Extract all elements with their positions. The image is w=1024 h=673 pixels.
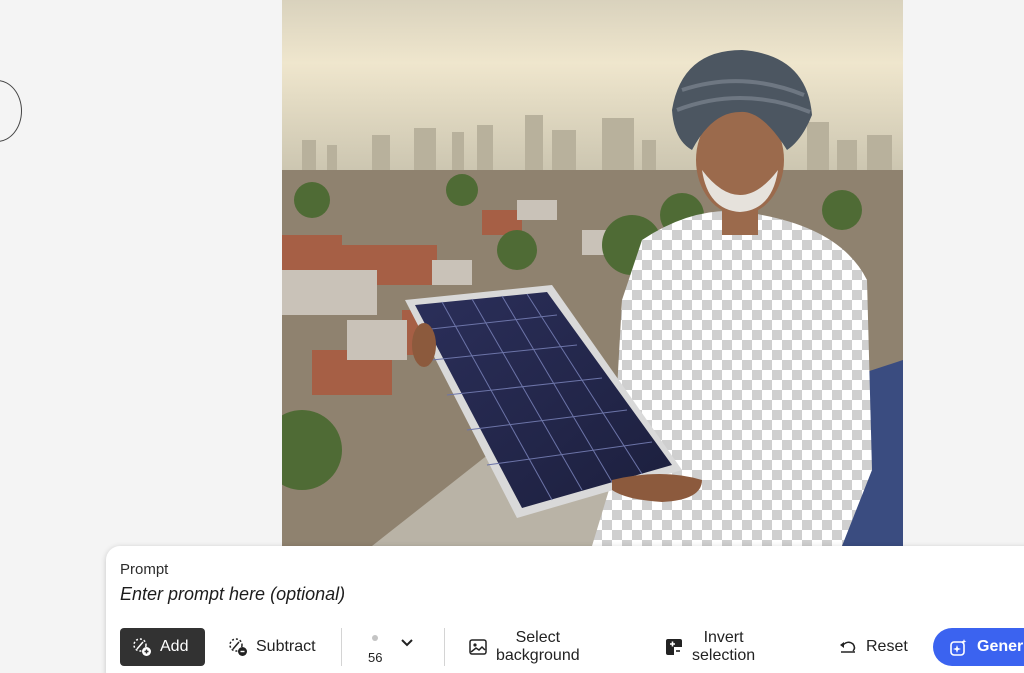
- prompt-input[interactable]: [120, 584, 720, 605]
- brush-size-dot: [372, 635, 378, 641]
- prompt-panel: Prompt Add Subtract 56: [106, 546, 1024, 673]
- image-icon: [468, 637, 488, 657]
- invert-icon: [664, 637, 684, 657]
- generate-button[interactable]: Gener: [933, 628, 1024, 666]
- reset-button[interactable]: Reset: [826, 628, 920, 666]
- select-background-button[interactable]: Select background: [456, 628, 592, 666]
- select-background-label: Select background: [496, 629, 580, 664]
- generate-label: Gener: [977, 638, 1024, 655]
- image-canvas[interactable]: [282, 0, 903, 546]
- toolbar-divider: [444, 628, 445, 666]
- canvas-image: [282, 0, 903, 546]
- sparkle-icon: [949, 637, 969, 657]
- reset-label: Reset: [866, 638, 908, 655]
- side-circle-button[interactable]: [0, 80, 22, 142]
- subtract-button[interactable]: Subtract: [216, 628, 326, 666]
- subtract-label: Subtract: [256, 638, 316, 655]
- add-label: Add: [160, 638, 189, 655]
- invert-selection-button[interactable]: Invert selection: [652, 628, 767, 666]
- add-button[interactable]: Add: [120, 628, 205, 666]
- brush-size-value: 56: [368, 650, 383, 665]
- brush-size-control[interactable]: 56: [342, 628, 432, 666]
- chevron-down-icon[interactable]: [400, 636, 414, 655]
- undo-icon: [838, 637, 858, 657]
- invert-selection-label: Invert selection: [692, 629, 756, 664]
- prompt-label: Prompt: [120, 561, 169, 578]
- brush-add-icon: [132, 637, 152, 657]
- brush-subtract-icon: [228, 637, 248, 657]
